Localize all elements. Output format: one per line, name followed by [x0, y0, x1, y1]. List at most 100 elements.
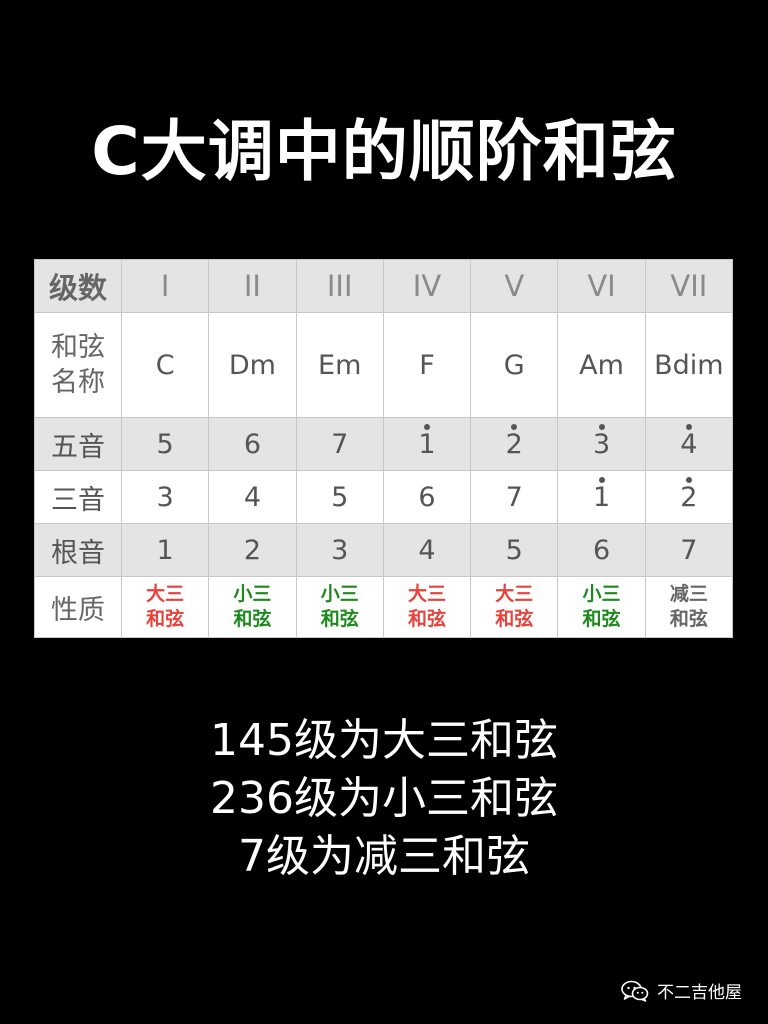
quality-text: 减三 和弦	[646, 583, 732, 632]
wechat-icon	[621, 980, 649, 1002]
summary-line2: 236级为小三和弦	[210, 773, 558, 824]
root-label: 根音	[34, 523, 122, 577]
fifth-cell: 7	[295, 417, 384, 471]
degree-cell: III	[295, 259, 384, 313]
third-cell: 7	[470, 470, 559, 524]
chord-name-cell: C	[120, 312, 210, 418]
chord-name-label: 和弦 名称	[34, 312, 122, 418]
watermark-text: 不二吉他屋	[657, 983, 742, 1003]
summary: 145级为大三和弦 236级为小三和弦 7级为减三和弦	[0, 712, 768, 886]
root-cell: 4	[382, 523, 472, 577]
quality-line1: 大三	[495, 583, 534, 605]
third-note: 1	[593, 476, 610, 513]
chord-name-cell: Dm	[208, 312, 297, 418]
fifth-note: 6	[243, 428, 262, 460]
degree-cell: V	[470, 259, 559, 313]
quality-text: 大三 和弦	[471, 583, 557, 632]
quality-line2: 和弦	[582, 608, 621, 630]
fifth-row: 五音 5 6 7 1 2 3 4	[34, 417, 734, 471]
quality-text: 小三 和弦	[558, 583, 644, 632]
quality-text: 小三 和弦	[297, 583, 383, 632]
root-cell: 6	[557, 523, 646, 577]
quality-line1: 小三	[233, 583, 272, 605]
quality-line1: 大三	[146, 583, 185, 605]
chord-name-row: 和弦 名称 C Dm Em F G Am Bdim	[34, 312, 734, 418]
fifth-note: 1	[418, 423, 436, 460]
quality-line1: 小三	[582, 583, 621, 605]
quality-cell: 小三 和弦	[557, 576, 646, 638]
quality-line2: 和弦	[320, 608, 359, 630]
quality-line2: 和弦	[495, 608, 534, 630]
chord-name-cell: Bdim	[644, 312, 734, 418]
chord-name-cell: Em	[295, 312, 384, 418]
third-cell: 2	[644, 470, 734, 524]
fifth-note: 3	[593, 423, 610, 460]
third-cell: 4	[208, 470, 297, 524]
high-octave-dot	[511, 423, 518, 430]
third-note: 5	[331, 481, 349, 513]
root-cell: 1	[120, 523, 210, 577]
chord-name-cell: F	[382, 312, 472, 418]
root-cell: 3	[295, 523, 384, 577]
quality-line2: 和弦	[146, 608, 185, 630]
quality-text: 小三 和弦	[209, 583, 295, 632]
fifth-label: 五音	[34, 417, 122, 471]
fifth-cell: 6	[208, 417, 297, 471]
fifth-note: 4	[680, 423, 697, 460]
fifth-cell: 2	[470, 417, 559, 471]
quality-cell: 大三 和弦	[470, 576, 559, 638]
third-note: 6	[418, 481, 436, 513]
root-cell: 7	[644, 523, 734, 577]
high-octave-dot	[423, 423, 430, 430]
quality-line2: 和弦	[407, 608, 446, 630]
third-row: 三音 3 4 5 6 7 1 2	[34, 470, 734, 524]
third-note: 4	[243, 481, 262, 513]
root-cell: 5	[470, 523, 559, 577]
chord-name-label-line1: 和弦	[51, 332, 105, 363]
chord-name-label-line2: 名称	[51, 367, 105, 398]
third-note: 2	[680, 476, 697, 513]
high-octave-dot	[598, 423, 605, 430]
quality-cell: 大三 和弦	[382, 576, 472, 638]
fifth-note: 5	[156, 428, 174, 460]
third-note: 7	[505, 481, 523, 513]
quality-line1: 减三	[669, 583, 708, 605]
root-row: 根音 1 2 3 4 5 6 7	[34, 523, 734, 577]
quality-cell: 大三 和弦	[120, 576, 210, 638]
third-cell: 1	[557, 470, 646, 524]
quality-cell: 减三 和弦	[644, 576, 734, 638]
fifth-cell: 4	[644, 417, 734, 471]
third-note: 3	[156, 481, 174, 513]
third-label: 三音	[34, 470, 122, 524]
high-octave-dot	[598, 476, 605, 483]
page-title: C大调中的顺阶和弦	[91, 113, 677, 190]
high-octave-dot	[685, 423, 692, 430]
chord-table: 级数 I II III IV V VI VII 和弦 名称 C Dm Em F …	[34, 259, 734, 638]
fifth-cell: 1	[382, 417, 472, 471]
chord-name-cell: Am	[557, 312, 646, 418]
summary-line1: 145级为大三和弦	[210, 715, 558, 766]
fifth-cell: 5	[120, 417, 210, 471]
degree-label: 级数	[34, 259, 122, 313]
quality-line1: 小三	[320, 583, 359, 605]
quality-text: 大三 和弦	[384, 583, 470, 632]
third-cell: 3	[120, 470, 210, 524]
third-cell: 5	[295, 470, 384, 524]
degree-cell: VI	[557, 259, 646, 313]
root-cell: 2	[208, 523, 297, 577]
summary-line3: 7级为减三和弦	[238, 831, 530, 882]
quality-line1: 大三	[407, 583, 446, 605]
third-cell: 6	[382, 470, 472, 524]
degree-row: 级数 I II III IV V VI VII	[34, 259, 734, 313]
quality-cell: 小三 和弦	[295, 576, 384, 638]
high-octave-dot	[685, 476, 692, 483]
quality-row: 性质 大三 和弦 小三 和弦 小三 和弦 大三 和弦 大三 和弦 小三 和弦 减三 和弦	[34, 576, 734, 638]
quality-line2: 和弦	[669, 608, 708, 630]
degree-cell: II	[208, 259, 297, 313]
watermark: 不二吉他屋	[621, 978, 742, 1003]
quality-line2: 和弦	[233, 608, 272, 630]
degree-cell: VII	[644, 259, 734, 313]
fifth-note: 7	[331, 428, 349, 460]
degree-cell: IV	[382, 259, 472, 313]
quality-text: 大三 和弦	[122, 583, 208, 632]
